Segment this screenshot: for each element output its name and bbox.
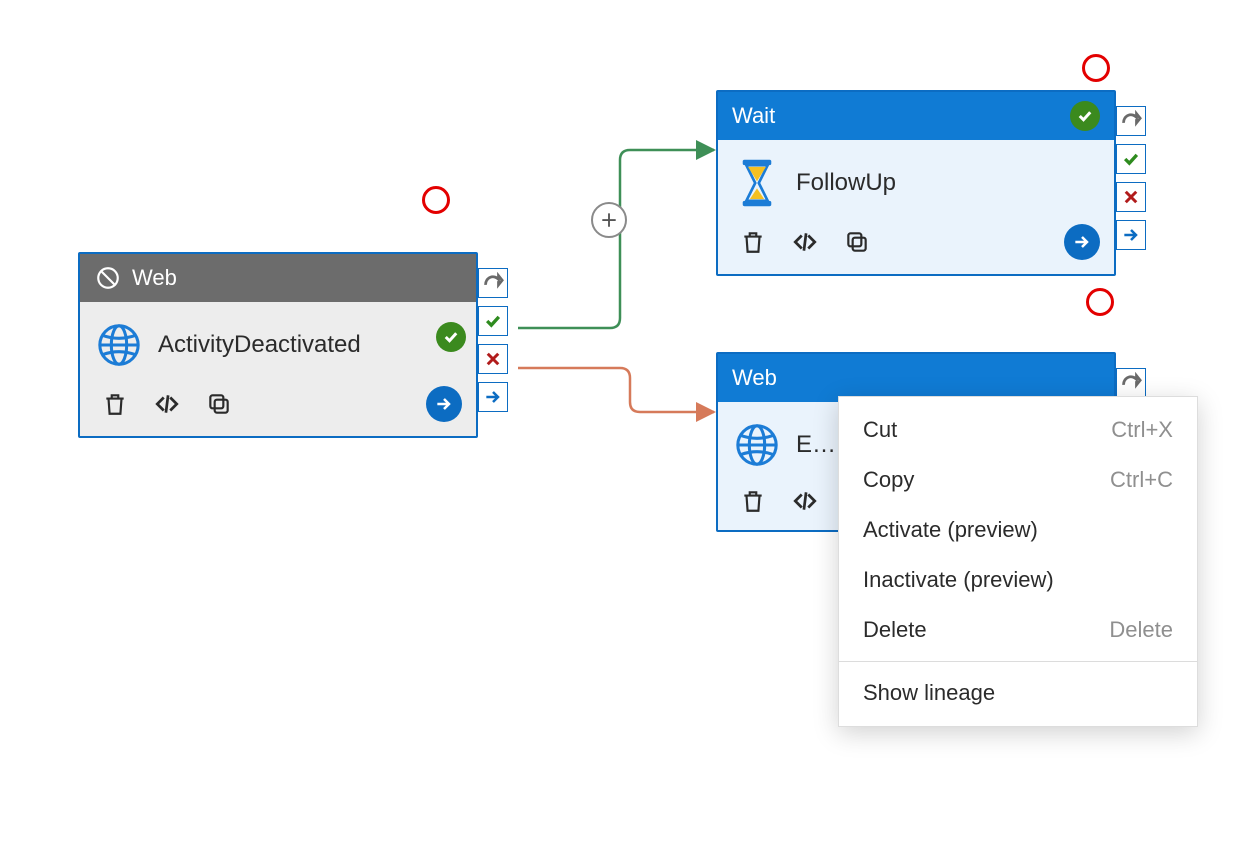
port-success[interactable]: [1116, 144, 1146, 174]
status-success-badge: [1070, 101, 1100, 131]
port-failure[interactable]: [1116, 182, 1146, 212]
menu-item-shortcut: Ctrl+X: [1111, 417, 1173, 443]
menu-item-label: Cut: [863, 417, 897, 443]
copy-icon: [206, 391, 232, 417]
breakpoint-marker[interactable]: [422, 186, 450, 214]
output-ports: [1114, 368, 1146, 398]
cross-icon: [484, 350, 502, 368]
port-completion[interactable]: [478, 268, 508, 298]
clone-button[interactable]: [204, 389, 234, 419]
code-button[interactable]: [790, 486, 820, 516]
menu-item-shortcut: Ctrl+C: [1110, 467, 1173, 493]
menu-item-activate[interactable]: Activate (preview): [839, 505, 1197, 555]
no-circle-icon: [94, 264, 122, 292]
port-success[interactable]: [478, 306, 508, 336]
menu-item-label: Copy: [863, 467, 914, 493]
run-button[interactable]: [1064, 224, 1100, 260]
check-icon: [483, 311, 503, 331]
arrow-right-icon: [1121, 225, 1141, 245]
redo-icon: [482, 272, 504, 294]
code-icon: [790, 229, 820, 255]
cross-icon: [1122, 188, 1140, 206]
plus-icon: [600, 211, 618, 229]
code-button[interactable]: [152, 389, 182, 419]
menu-separator: [839, 661, 1197, 662]
node-body: FollowUp: [718, 140, 1114, 274]
activity-name: FollowUp: [796, 169, 896, 197]
node-type-label: Wait: [732, 103, 775, 129]
node-type-label: Web: [732, 365, 777, 391]
port-completion[interactable]: [1116, 368, 1146, 398]
trash-icon: [740, 229, 766, 255]
activity-node-deactivated[interactable]: Web ActivityDeactivated: [78, 252, 478, 438]
menu-item-label: Activate (preview): [863, 517, 1038, 543]
menu-item-delete[interactable]: Delete Delete: [839, 605, 1197, 655]
code-button[interactable]: [790, 227, 820, 257]
node-header: Web: [80, 254, 476, 302]
breakpoint-marker[interactable]: [1082, 54, 1110, 82]
breakpoint-marker[interactable]: [1086, 288, 1114, 316]
pipeline-canvas[interactable]: Web ActivityDeactivated: [0, 0, 1240, 860]
port-failure[interactable]: [478, 344, 508, 374]
menu-item-label: Inactivate (preview): [863, 567, 1054, 593]
menu-item-cut[interactable]: Cut Ctrl+X: [839, 405, 1197, 455]
delete-button[interactable]: [100, 389, 130, 419]
clone-button[interactable]: [842, 227, 872, 257]
arrow-right-icon: [1072, 232, 1092, 252]
run-button[interactable]: [426, 386, 462, 422]
delete-button[interactable]: [738, 486, 768, 516]
port-skip[interactable]: [478, 382, 508, 412]
globe-icon: [94, 320, 144, 370]
menu-item-show-lineage[interactable]: Show lineage: [839, 668, 1197, 718]
output-ports: [1114, 132, 1146, 250]
menu-item-label: Delete: [863, 617, 927, 643]
node-type-label: Web: [132, 265, 177, 291]
activity-name: ActivityDeactivated: [158, 331, 361, 359]
hourglass-icon: [732, 158, 782, 208]
port-completion[interactable]: [1116, 106, 1146, 136]
redo-icon: [1120, 372, 1142, 394]
menu-item-label: Show lineage: [863, 680, 995, 706]
menu-item-shortcut: Delete: [1109, 617, 1173, 643]
arrow-right-icon: [434, 394, 454, 414]
output-ports: [476, 294, 508, 412]
trash-icon: [740, 488, 766, 514]
delete-button[interactable]: [738, 227, 768, 257]
redo-icon: [1120, 110, 1142, 132]
activity-name: E…: [796, 431, 836, 459]
status-success-badge: [436, 322, 466, 352]
code-icon: [152, 391, 182, 417]
menu-item-inactivate[interactable]: Inactivate (preview): [839, 555, 1197, 605]
check-icon: [1121, 149, 1141, 169]
node-header: Web: [718, 354, 1114, 402]
add-activity-button[interactable]: [591, 202, 627, 238]
menu-item-copy[interactable]: Copy Ctrl+C: [839, 455, 1197, 505]
code-icon: [790, 488, 820, 514]
port-skip[interactable]: [1116, 220, 1146, 250]
node-header: Wait: [718, 92, 1114, 140]
context-menu: Cut Ctrl+X Copy Ctrl+C Activate (preview…: [838, 396, 1198, 727]
globe-icon: [732, 420, 782, 470]
trash-icon: [102, 391, 128, 417]
arrow-right-icon: [483, 387, 503, 407]
node-body: ActivityDeactivated: [80, 302, 476, 436]
copy-icon: [844, 229, 870, 255]
activity-node-wait[interactable]: Wait FollowUp: [716, 90, 1116, 276]
